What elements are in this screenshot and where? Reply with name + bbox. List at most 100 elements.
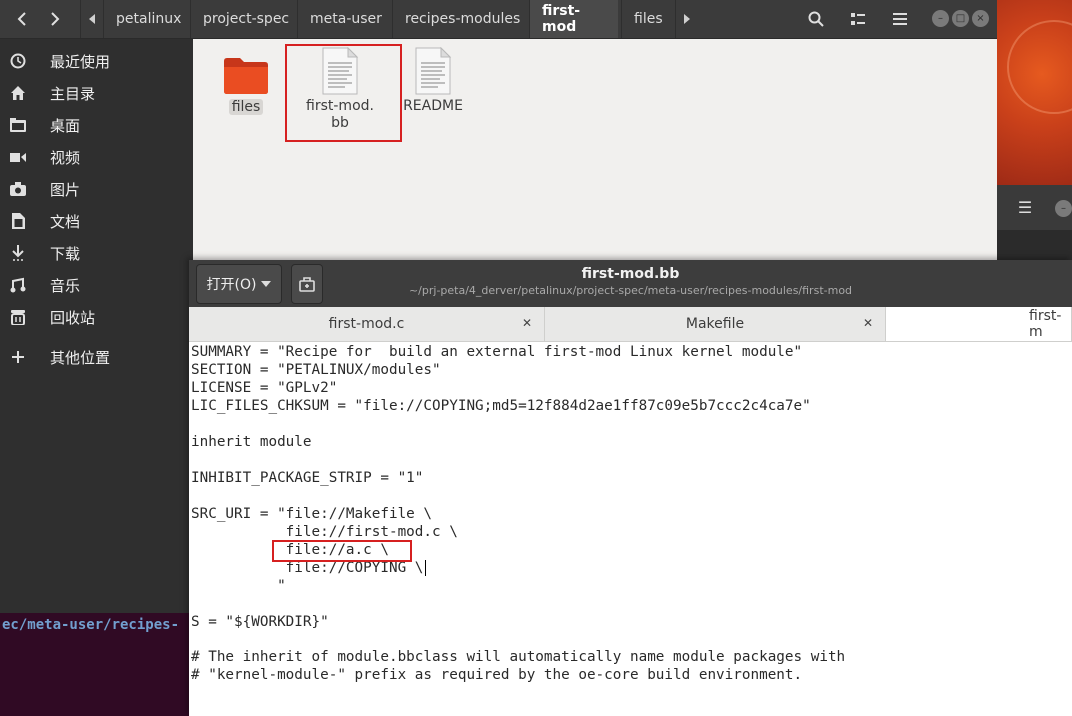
code-line: " — [191, 578, 286, 594]
clock-icon — [0, 53, 36, 69]
code-line: SRC_URI = "file://Makefile \ — [191, 506, 433, 522]
sidebar-item-label: 视频 — [50, 148, 81, 167]
code-line: file://COPYING \ — [191, 560, 424, 576]
caret-down-icon — [261, 281, 272, 287]
maximize-icon[interactable]: □ — [952, 10, 969, 27]
breadcrumb-scroll-left[interactable] — [80, 0, 103, 38]
sidebar-item-label: 图片 — [50, 180, 81, 199]
code-line: S = "${WORKDIR}" — [191, 614, 329, 630]
desktop-wallpaper — [997, 0, 1072, 185]
sidebar-item-label: 回收站 — [50, 308, 96, 327]
minimize-icon[interactable]: – — [1055, 200, 1072, 217]
video-icon — [0, 151, 36, 163]
code-line: SUMMARY = "Recipe for build an external … — [191, 344, 803, 360]
folder-icon — [224, 58, 268, 94]
minimize-icon[interactable]: – — [932, 10, 949, 27]
sidebar-item-recent[interactable]: 最近使用 — [0, 45, 193, 77]
search-button[interactable] — [800, 3, 832, 35]
back-button[interactable] — [6, 3, 38, 35]
file-name: files — [228, 99, 264, 116]
tab-label: first-m — [1029, 308, 1062, 340]
sidebar-item-trash[interactable]: 回收站 — [0, 301, 193, 333]
sidebar-item-label: 桌面 — [50, 116, 81, 135]
camera-icon — [0, 182, 36, 196]
crumb-petalinux[interactable]: petalinux — [103, 0, 193, 38]
hamburger-menu-icon[interactable]: ☰ — [1011, 194, 1039, 222]
trash-icon — [0, 309, 36, 325]
crumb-files[interactable]: files — [621, 0, 676, 38]
sidebar-item-downloads[interactable]: 下载 — [0, 237, 193, 269]
code-line: inherit module — [191, 434, 312, 450]
download-icon — [0, 245, 36, 261]
close-icon[interactable]: ✕ — [863, 316, 873, 330]
editor-tab-bar: first-mod.c ✕ Makefile ✕ first-m — [189, 307, 1072, 342]
sidebar-item-pictures[interactable]: 图片 — [0, 173, 193, 205]
search-icon — [808, 11, 824, 27]
hamburger-menu-icon — [893, 13, 907, 25]
sidebar-item-videos[interactable]: 视频 — [0, 141, 193, 173]
forward-button[interactable] — [39, 3, 71, 35]
file-name: README — [403, 98, 463, 114]
tab-first-mod-bb[interactable]: first-m — [886, 307, 1072, 341]
file-view: files first-mod. bb README — [193, 39, 997, 260]
close-icon[interactable]: × — [972, 10, 989, 27]
text-file-icon — [415, 47, 452, 95]
open-button[interactable]: 打开(O) — [196, 264, 282, 304]
home-icon — [0, 85, 36, 101]
code-line: LIC_FILES_CHKSUM = "file://COPYING;md5=1… — [191, 398, 811, 414]
sidebar-item-label: 主目录 — [50, 84, 96, 103]
new-tab-button[interactable] — [291, 264, 323, 304]
sidebar-item-documents[interactable]: 文档 — [0, 205, 193, 237]
places-sidebar: 最近使用 主目录 桌面 视频 图片 文档 下载 音乐 回收站 其他位置 — [0, 39, 193, 613]
file-item-files-folder[interactable]: files — [206, 55, 286, 116]
code-line: INHIBIT_PACKAGE_STRIP = "1" — [191, 470, 424, 486]
highlight-box — [285, 44, 402, 142]
file-item-readme[interactable]: README — [393, 47, 473, 115]
caret-right-icon — [684, 14, 690, 24]
caret-left-icon — [89, 14, 95, 24]
code-line: SECTION = "PETALINUX/modules" — [191, 362, 441, 378]
document-save-icon — [299, 277, 315, 292]
desktop-folder-icon — [0, 118, 36, 132]
code-line: LICENSE = "GPLv2" — [191, 380, 338, 396]
code-line: # "kernel-module-" prefix as required by… — [191, 667, 803, 683]
sidebar-item-label: 最近使用 — [50, 52, 111, 71]
highlight-box — [272, 540, 412, 562]
chevron-right-icon — [51, 12, 60, 26]
open-button-label: 打开(O) — [206, 277, 257, 293]
sidebar-item-desktop[interactable]: 桌面 — [0, 109, 193, 141]
terminal-path-text: ec/meta-user/recipes- — [2, 617, 180, 633]
tab-label: Makefile — [685, 316, 745, 332]
file-manager-header: petalinux project-spec meta-user recipes… — [0, 0, 997, 39]
terminal-window[interactable]: ec/meta-user/recipes- — [0, 613, 189, 716]
sidebar-item-label: 文档 — [50, 212, 81, 231]
sidebar-item-other-locations[interactable]: 其他位置 — [0, 341, 193, 373]
crumb-first-mod[interactable]: first-mod — [529, 0, 618, 38]
sidebar-item-home[interactable]: 主目录 — [0, 77, 193, 109]
list-view-icon — [851, 13, 865, 25]
sidebar-item-label: 音乐 — [50, 276, 81, 295]
menu-button[interactable] — [884, 3, 916, 35]
sidebar-item-music[interactable]: 音乐 — [0, 269, 193, 301]
crumb-project-spec[interactable]: project-spec — [190, 0, 301, 38]
view-toggle-button[interactable] — [842, 3, 874, 35]
tab-label: first-mod.c — [328, 316, 405, 332]
sidebar-item-label: 下载 — [50, 244, 81, 263]
background-window-body — [997, 230, 1072, 260]
tab-first-mod-c[interactable]: first-mod.c ✕ — [189, 307, 545, 341]
crumb-recipes-modules[interactable]: recipes-modules — [392, 0, 532, 38]
document-icon — [0, 213, 36, 229]
text-editor-window: first-mod.bb ~/prj-peta/4_derver/petalin… — [189, 260, 1072, 716]
crumb-meta-user[interactable]: meta-user — [297, 0, 394, 38]
chevron-left-icon — [17, 12, 26, 26]
background-window-header: ☰ – — [997, 185, 1072, 230]
plus-icon — [0, 351, 36, 363]
breadcrumb-scroll-right[interactable] — [676, 0, 698, 38]
text-cursor — [425, 560, 427, 576]
close-icon[interactable]: ✕ — [522, 316, 532, 330]
tab-makefile[interactable]: Makefile ✕ — [545, 307, 886, 341]
sidebar-item-label: 其他位置 — [50, 348, 111, 367]
code-editor[interactable]: SUMMARY = "Recipe for build an external … — [189, 342, 1072, 716]
music-icon — [0, 277, 36, 293]
code-line: file://first-mod.c \ — [191, 524, 458, 540]
